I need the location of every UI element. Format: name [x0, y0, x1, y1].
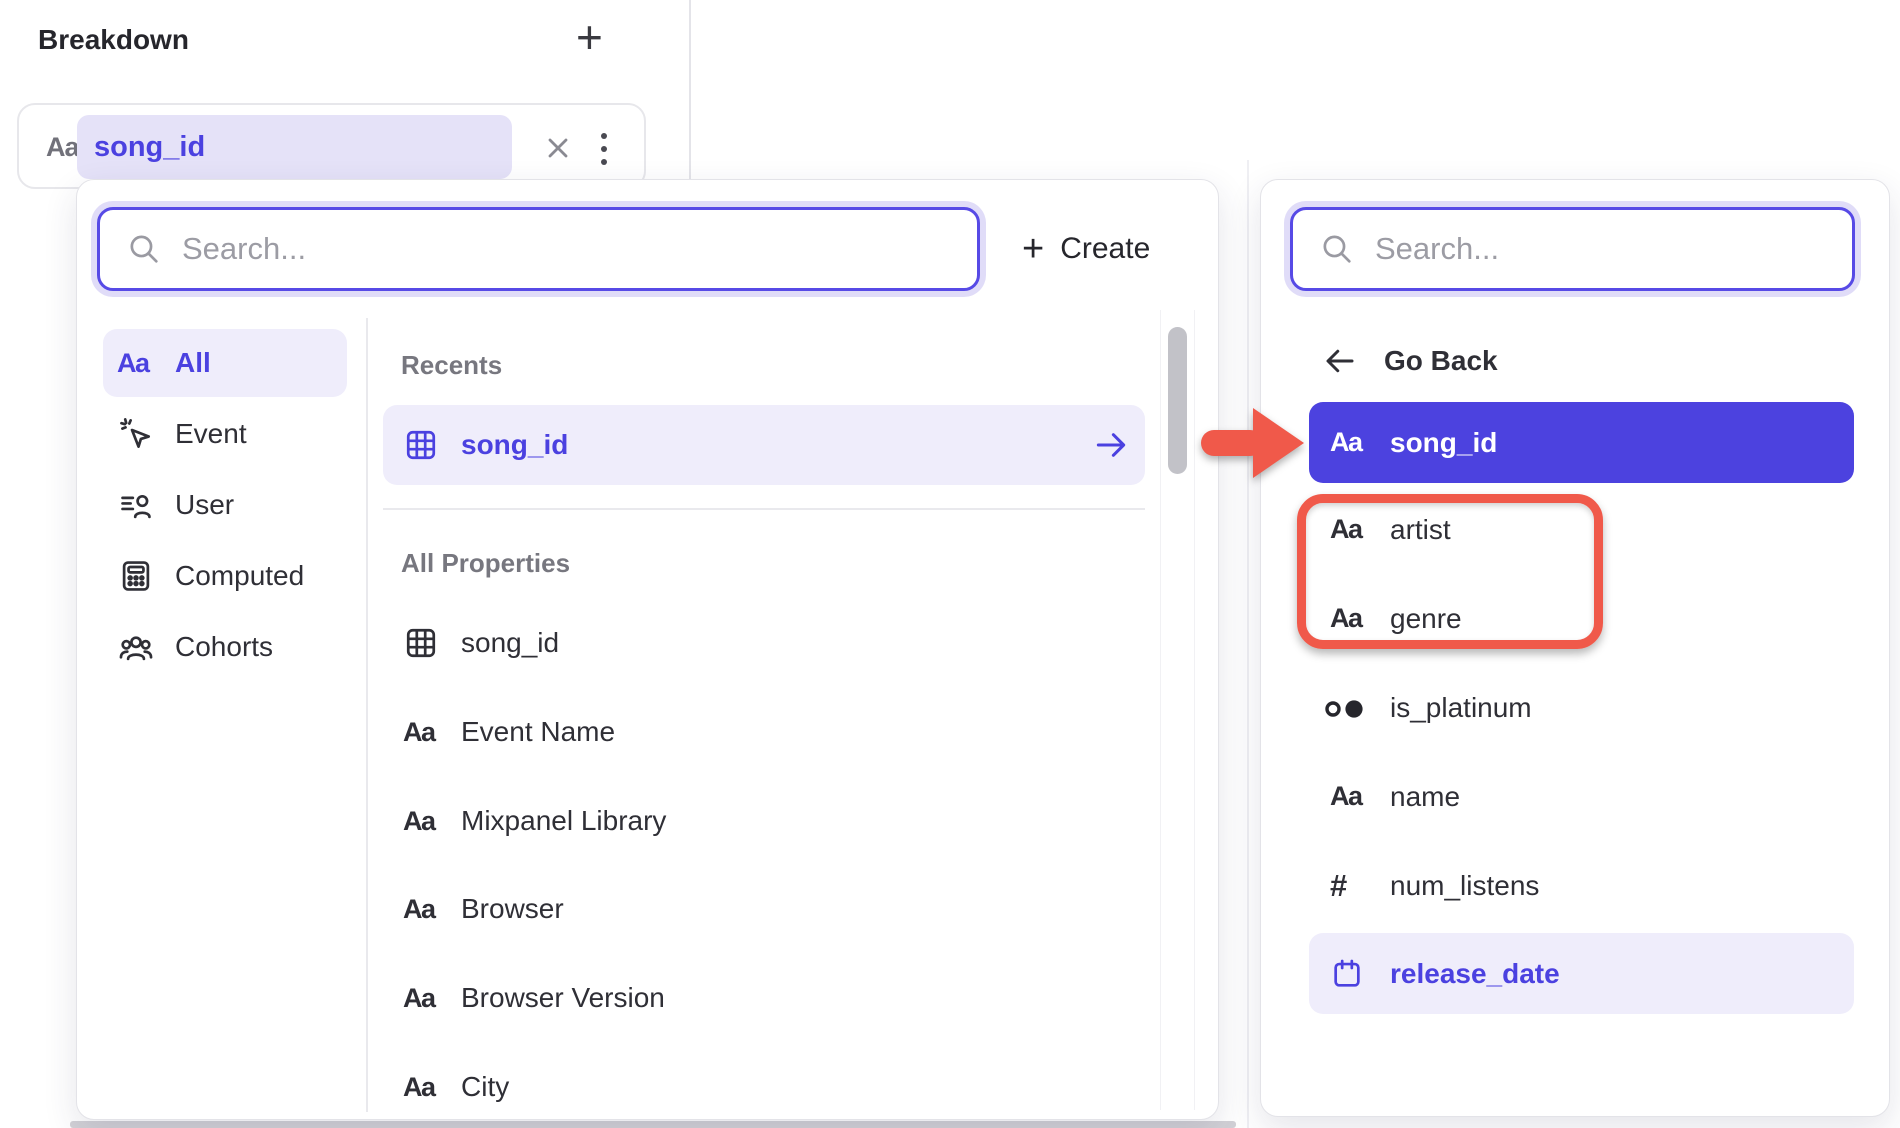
calculator-icon	[117, 557, 175, 595]
people-icon	[117, 628, 175, 666]
grid-table-icon	[403, 625, 461, 661]
text-type-icon: Aa	[403, 983, 435, 1014]
text-type-icon: Aa	[1330, 781, 1362, 812]
go-back-button[interactable]: Go Back	[1322, 327, 1742, 395]
property-item-browser-version[interactable]: Aa Browser Version	[403, 958, 1145, 1038]
property-item-song-id[interactable]: song_id	[403, 603, 1145, 683]
search-icon	[1319, 231, 1355, 267]
plus-icon: +	[1022, 230, 1044, 268]
search-input[interactable]	[1375, 231, 1826, 267]
breakdown-chip[interactable]: song_id	[77, 115, 512, 179]
category-item-computed[interactable]: Computed	[117, 542, 377, 610]
grid-table-icon	[403, 427, 461, 463]
screen: Breakdown + Aa song_id + Create Aa All	[0, 0, 1900, 1128]
annotation-arrow-icon	[1193, 398, 1323, 488]
event-cursor-icon	[117, 415, 175, 453]
property-item-city[interactable]: Aa City	[403, 1047, 1145, 1127]
calendar-icon	[1330, 957, 1390, 991]
right-search-box[interactable]	[1290, 207, 1855, 291]
value-item-num-listens[interactable]: # num_listens	[1330, 845, 1850, 926]
all-properties-header: All Properties	[401, 548, 570, 579]
recent-item-song-id[interactable]: song_id	[403, 405, 1145, 485]
text-type-icon: Aa	[403, 1072, 435, 1103]
breakdown-chip-label: song_id	[94, 131, 205, 164]
property-item-event-name[interactable]: Aa Event Name	[403, 692, 1145, 772]
property-item-browser[interactable]: Aa Browser	[403, 869, 1145, 949]
breakdown-chip-card: Aa song_id	[17, 103, 646, 189]
left-search-box[interactable]	[97, 207, 980, 291]
column-divider	[689, 0, 691, 180]
create-button[interactable]: + Create	[1022, 230, 1150, 268]
arrow-right-icon[interactable]	[1092, 426, 1130, 464]
scrollbar-thumb[interactable]	[1168, 327, 1187, 474]
annotation-highlight-box	[1297, 494, 1603, 649]
value-item-release-date[interactable]: release_date	[1330, 933, 1850, 1014]
text-type-icon: Aa	[403, 717, 435, 748]
search-input[interactable]	[182, 231, 951, 267]
add-breakdown-button[interactable]: +	[576, 14, 603, 60]
value-item-is-platinum[interactable]: is_platinum	[1323, 667, 1843, 748]
column-divider-right	[1247, 160, 1249, 1128]
category-item-user[interactable]: User	[117, 471, 347, 539]
panel-divider	[366, 318, 368, 1112]
recents-header: Recents	[401, 350, 502, 381]
property-type-icon: Aa	[46, 132, 79, 163]
scrollbar-track	[1160, 310, 1161, 1110]
list-divider	[383, 508, 1145, 510]
value-item-song-id[interactable]: Aa song_id	[1330, 402, 1850, 483]
text-type-icon: Aa	[403, 806, 435, 837]
category-item-all[interactable]: Aa All	[117, 329, 347, 397]
close-icon[interactable]	[542, 132, 574, 164]
property-item-mixpanel-library[interactable]: Aa Mixpanel Library	[403, 781, 1145, 861]
value-item-name[interactable]: Aa name	[1330, 756, 1850, 837]
search-icon	[126, 231, 162, 267]
breakdown-section-title: Breakdown	[38, 24, 189, 56]
user-list-icon	[117, 486, 175, 524]
category-item-cohorts[interactable]: Cohorts	[117, 613, 377, 681]
number-type-icon: #	[1330, 868, 1347, 904]
text-type-icon: Aa	[1330, 427, 1362, 458]
kebab-menu-icon[interactable]	[599, 131, 609, 167]
text-type-icon: Aa	[403, 894, 435, 925]
boolean-icon	[1323, 693, 1390, 723]
text-type-icon: Aa	[117, 348, 149, 379]
category-item-event[interactable]: Event	[117, 400, 347, 468]
arrow-left-icon	[1322, 343, 1384, 379]
